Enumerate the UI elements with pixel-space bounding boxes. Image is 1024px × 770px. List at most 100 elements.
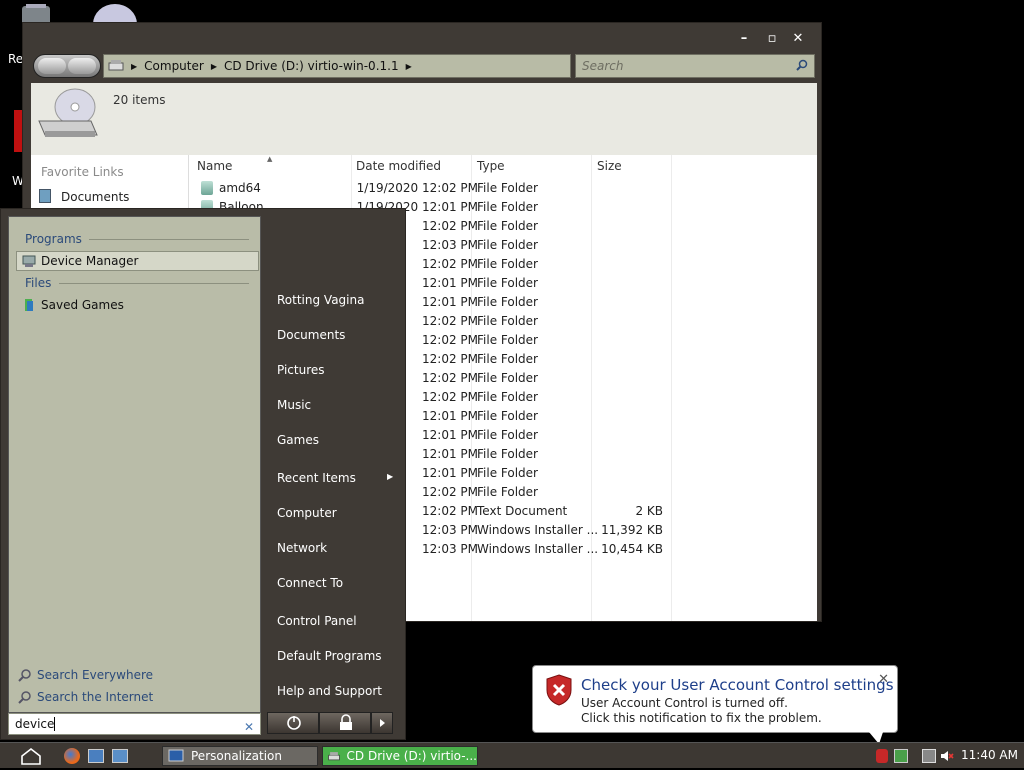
- start-menu-item-computer[interactable]: Computer: [277, 506, 337, 520]
- cell-type: File Folder: [477, 428, 538, 442]
- cell-type: File Folder: [477, 409, 538, 423]
- recent-items-arrow-icon: ▶: [387, 472, 394, 481]
- show-desktop-icon[interactable]: [88, 749, 104, 763]
- cell-date-modified: 12:01 PM: [422, 295, 478, 309]
- clear-search-icon[interactable]: ✕: [244, 717, 254, 737]
- start-menu-item-connect-to[interactable]: Connect To: [277, 576, 343, 590]
- search-internet-link[interactable]: Search the Internet: [17, 690, 153, 704]
- lock-icon: [340, 714, 352, 730]
- search-input[interactable]: Search: [575, 54, 815, 78]
- cell-type: File Folder: [477, 333, 538, 347]
- breadcrumb-arrow-icon[interactable]: ▶: [131, 62, 137, 71]
- network-status-icon[interactable]: [922, 749, 936, 763]
- cell-date-modified: 1/19/2020 12:02 PM: [356, 181, 478, 195]
- files-section-label: Files: [25, 276, 52, 290]
- start-menu-item-network[interactable]: Network: [277, 541, 327, 555]
- start-menu-item-games[interactable]: Games: [277, 433, 319, 447]
- column-header-date-modified[interactable]: Date modified: [356, 159, 441, 173]
- start-menu-item-music[interactable]: Music: [277, 398, 311, 412]
- taskbar-button-personalization[interactable]: Personalization: [162, 746, 318, 766]
- firefox-icon[interactable]: [64, 748, 80, 764]
- favorite-link-documents[interactable]: Documents: [61, 190, 129, 204]
- cell-date-modified: 12:02 PM: [422, 352, 478, 366]
- taskbar-button-cd-drive[interactable]: CD Drive (D:) virtio-...: [322, 746, 478, 766]
- column-header-size[interactable]: Size: [597, 159, 622, 173]
- shutdown-options-button[interactable]: [371, 712, 393, 734]
- column-header-name[interactable]: Name: [197, 159, 232, 173]
- cell-date-modified: 12:03 PM: [422, 523, 478, 537]
- forward-button[interactable]: [68, 58, 96, 74]
- breadcrumb-arrow-icon[interactable]: ▶: [406, 62, 412, 71]
- start-menu-item-default-programs[interactable]: Default Programs: [277, 649, 382, 663]
- power-button[interactable]: [267, 712, 319, 734]
- lock-button[interactable]: [319, 712, 371, 734]
- back-forward-buttons[interactable]: [33, 54, 101, 78]
- column-divider[interactable]: [671, 155, 672, 621]
- cell-name: amd64: [219, 181, 261, 195]
- search-result-device-manager[interactable]: Device Manager: [16, 251, 259, 271]
- saved-games-icon: [25, 299, 33, 311]
- cell-date-modified: 12:02 PM: [422, 504, 478, 518]
- taskbar-clock[interactable]: 11:40 AM: [961, 748, 1018, 762]
- close-notification-icon[interactable]: ✕: [878, 672, 889, 687]
- result-label: Saved Games: [41, 298, 124, 312]
- cell-date-modified: 12:02 PM: [422, 333, 478, 347]
- cell-size: 2 KB: [635, 504, 663, 518]
- close-button[interactable]: ✕: [789, 31, 807, 47]
- search-icon[interactable]: [796, 59, 808, 71]
- taskbar: Personalization CD Drive (D:) virtio-...…: [0, 742, 1024, 768]
- text-cursor: ​: [54, 717, 56, 731]
- cell-type: File Folder: [477, 390, 538, 404]
- search-everywhere-link[interactable]: Search Everywhere: [17, 668, 153, 682]
- power-controls: [267, 712, 395, 734]
- cell-date-modified: 12:02 PM: [422, 390, 478, 404]
- back-button[interactable]: [38, 58, 66, 74]
- cell-type: File Folder: [477, 447, 538, 461]
- uac-notification-balloon[interactable]: Check your User Account Control settings…: [532, 665, 898, 744]
- table-row[interactable]: amd64 1/19/2020 12:02 PM File Folder: [191, 179, 671, 198]
- start-search-value: device: [15, 717, 55, 731]
- cell-date-modified: 12:01 PM: [422, 466, 478, 480]
- breadcrumb-cd-drive[interactable]: CD Drive (D:) virtio-win-0.1.1: [224, 59, 399, 73]
- start-menu: Programs Device Manager Files Saved Game…: [0, 208, 406, 740]
- cell-date-modified: 12:03 PM: [422, 238, 478, 252]
- folder-icon: [201, 181, 213, 195]
- cell-type: File Folder: [477, 219, 538, 233]
- breadcrumb-arrow-icon[interactable]: ▶: [211, 62, 217, 71]
- start-menu-results-pane: Programs Device Manager Files Saved Game…: [8, 216, 261, 713]
- item-count: 20 items: [113, 93, 166, 107]
- search-result-saved-games[interactable]: Saved Games: [17, 295, 124, 315]
- start-menu-item-pictures[interactable]: Pictures: [277, 363, 325, 377]
- power-icon: [287, 716, 301, 730]
- security-shield-icon: [546, 674, 572, 706]
- column-header-type[interactable]: Type: [477, 159, 505, 173]
- switch-windows-icon[interactable]: [112, 749, 128, 763]
- action-center-warning-icon[interactable]: [876, 749, 888, 763]
- home-icon: [21, 747, 41, 765]
- network-icon[interactable]: [894, 749, 908, 763]
- start-menu-item-recent-items[interactable]: Recent Items: [277, 471, 356, 485]
- cell-type: File Folder: [477, 257, 538, 271]
- maximize-button[interactable]: ▫: [763, 31, 781, 47]
- breadcrumb-computer[interactable]: Computer: [144, 59, 204, 73]
- cell-type: File Folder: [477, 181, 538, 195]
- cell-type: File Folder: [477, 238, 538, 252]
- start-menu-item-help-and-support[interactable]: Help and Support: [277, 684, 382, 698]
- result-label: Device Manager: [41, 254, 139, 268]
- cell-date-modified: 12:02 PM: [422, 219, 478, 233]
- explorer-titlebar[interactable]: – ▫ ✕: [23, 23, 821, 53]
- start-menu-item-rotting-vagina[interactable]: Rotting Vagina: [277, 293, 364, 307]
- cell-date-modified: 12:01 PM: [422, 447, 478, 461]
- start-search-input[interactable]: device​ ✕: [8, 713, 261, 735]
- start-button[interactable]: [6, 745, 56, 767]
- device-manager-icon: [22, 255, 36, 267]
- address-bar[interactable]: ▶ Computer ▶ CD Drive (D:) virtio-win-0.…: [103, 54, 571, 78]
- start-menu-item-control-panel[interactable]: Control Panel: [277, 614, 357, 628]
- minimize-button[interactable]: –: [735, 31, 753, 47]
- cell-type: File Folder: [477, 295, 538, 309]
- volume-muted-icon[interactable]: [940, 749, 954, 763]
- start-menu-item-documents[interactable]: Documents: [277, 328, 345, 342]
- cell-type: File Folder: [477, 371, 538, 385]
- notification-title: Check your User Account Control settings: [581, 676, 894, 694]
- cell-type: Windows Installer ...: [477, 523, 599, 537]
